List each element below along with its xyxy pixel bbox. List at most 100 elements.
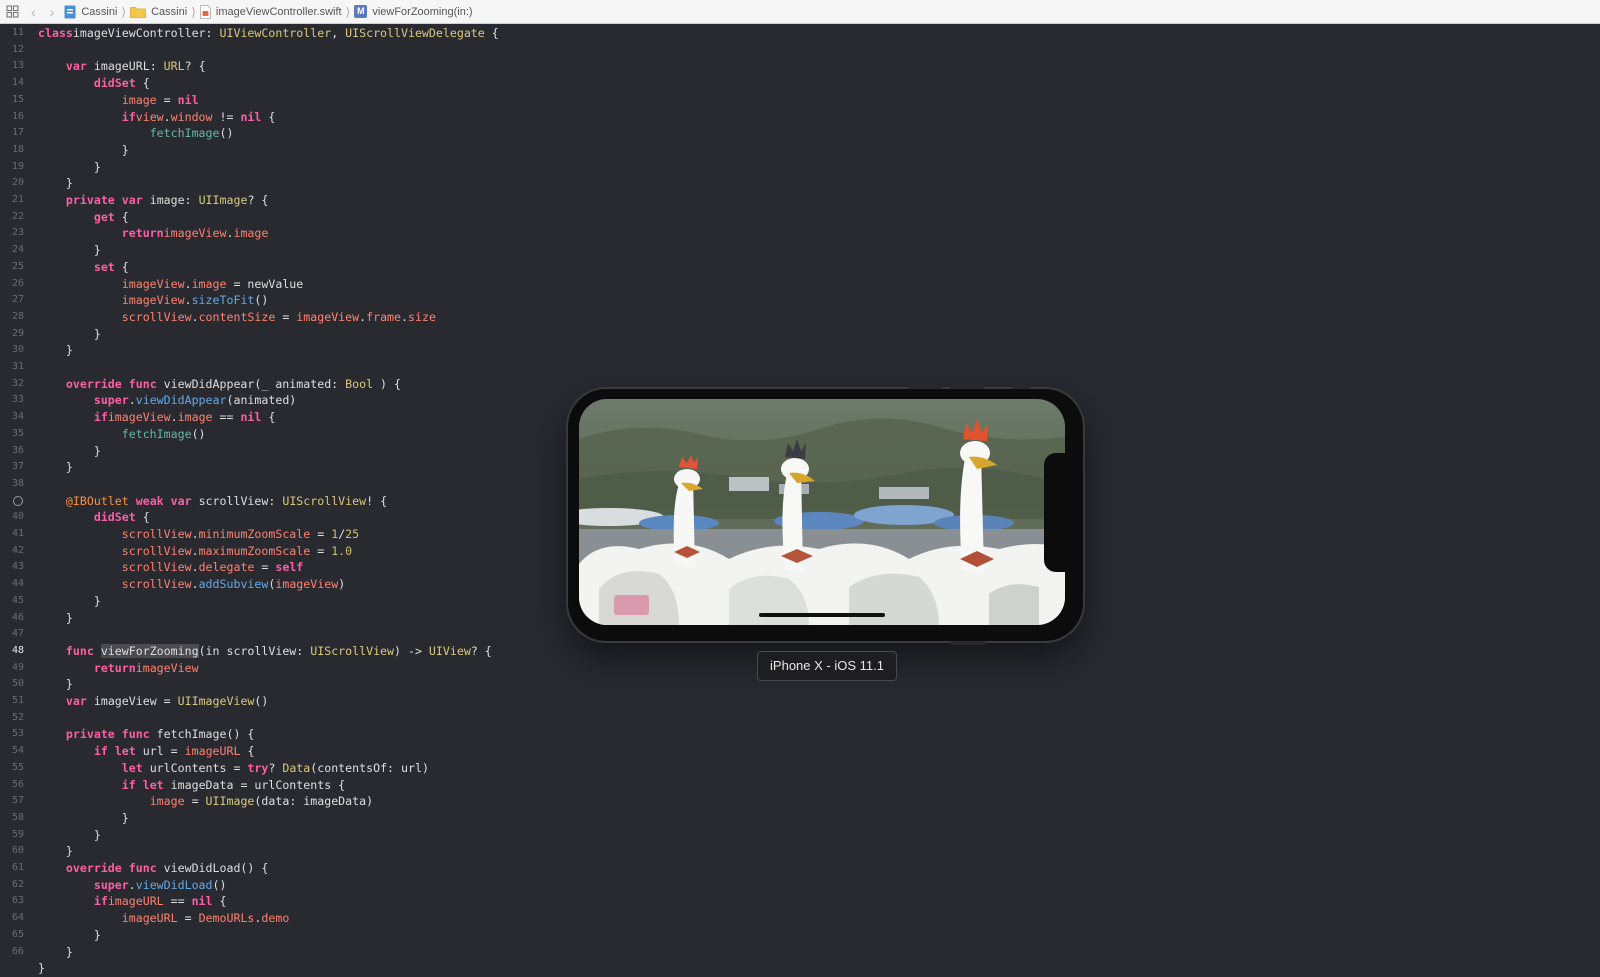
side-button[interactable] (950, 641, 986, 645)
line-number: 60 (11, 845, 24, 857)
line-number: 24 (11, 244, 24, 256)
line-number: 44 (11, 578, 24, 590)
code-token: { (484, 26, 499, 40)
silent-switch[interactable] (1012, 385, 1030, 389)
line-number: 23 (11, 227, 24, 239)
code-text: func viewForZooming(in scrollView: UIScr… (38, 643, 492, 660)
code-token: 1.0 (331, 543, 353, 558)
code-token: { (261, 109, 276, 124)
code-token: . (163, 109, 171, 124)
code-token: imageView (163, 226, 227, 241)
code-text: fetchImage() (38, 125, 234, 142)
home-indicator[interactable] (759, 613, 885, 617)
code-token: ) (338, 577, 346, 592)
line-number: 54 (11, 745, 24, 757)
code-token: . (191, 527, 199, 541)
method-icon: M (354, 5, 368, 18)
code-text: } (38, 960, 45, 977)
code-token: URL (163, 59, 185, 74)
code-token: func (128, 376, 157, 391)
line-number: 31 (11, 361, 24, 372)
back-arrow-icon[interactable]: ‹ (31, 4, 36, 20)
code-token: = (254, 560, 276, 575)
code-token: ? { (247, 193, 269, 207)
line-number: 13 (11, 60, 24, 72)
code-token: image (177, 410, 213, 425)
code-token: scrollView (121, 543, 192, 558)
code-token: if (121, 109, 136, 124)
forward-arrow-icon[interactable]: › (50, 4, 55, 20)
code-token: return (93, 660, 136, 675)
code-token: if (93, 744, 108, 759)
code-token: = (310, 543, 332, 558)
simulator-screen[interactable] (579, 399, 1065, 625)
code-token: (data: imageData) (254, 794, 374, 809)
grid-icon[interactable] (6, 5, 19, 18)
line-number: 22 (11, 210, 24, 222)
breadcrumb-file-label: imageViewController.swift (215, 5, 342, 18)
code-token: fetchImage (121, 426, 192, 441)
code-token: var (65, 694, 87, 708)
line-number: 11 (11, 27, 24, 38)
breadcrumb-project[interactable]: Cassini (64, 5, 117, 19)
code-token: { (261, 410, 276, 425)
code-text: image = nil (38, 92, 199, 109)
code-token: { (212, 894, 227, 909)
code-token: (contentsOf: url) (310, 760, 429, 775)
line-number: 30 (11, 344, 24, 356)
code-token: minimumZoomScale (198, 527, 311, 541)
code-text: } (38, 242, 101, 259)
code-text: ifview.window != nil { (38, 109, 276, 126)
line-number: 42 (11, 544, 24, 556)
code-token: UIScrollView (310, 643, 395, 658)
folder-icon (130, 6, 147, 18)
code-token: () (254, 293, 269, 308)
code-token: set (93, 259, 115, 274)
code-text: image = UIImage(data: imageData) (38, 793, 373, 810)
code-text: private func fetchImage() { (38, 726, 254, 743)
breadcrumb-project-label: Cassini (81, 5, 118, 18)
code-token: try (247, 760, 269, 775)
volume-up-button[interactable] (908, 385, 942, 389)
code-token: . (184, 276, 192, 291)
volume-down-button[interactable] (950, 385, 984, 389)
code-token: 25 (345, 527, 360, 541)
code-text: scrollView.delegate = self (38, 559, 304, 576)
outlet-connection-icon[interactable] (13, 495, 23, 506)
code-token: ! { (366, 493, 388, 508)
code-token: = newValue (226, 276, 304, 291)
code-text: get { (38, 209, 129, 226)
breadcrumb-folder[interactable]: Cassini (130, 6, 187, 18)
breadcrumb-method[interactable]: M viewForZooming(in:) (354, 5, 473, 18)
code-text: scrollView.contentSize = imageView.frame… (38, 309, 436, 326)
code-text: fetchImage() (38, 426, 206, 443)
code-token: imageView = (86, 694, 178, 708)
line-number: 15 (11, 93, 24, 105)
code-token: == (212, 410, 241, 425)
code-token: nil (177, 92, 199, 107)
code-token: if (93, 410, 108, 425)
code-token: { (240, 744, 255, 759)
code-token: var (170, 493, 192, 508)
code-token: let (142, 777, 164, 792)
simulator-device (568, 385, 1083, 645)
code-token: override (65, 376, 122, 391)
code-text: classimageViewController: UIViewControll… (38, 25, 499, 42)
code-token: Bool (345, 376, 374, 391)
breadcrumb-file[interactable]: imageViewController.swift (199, 4, 342, 19)
code-token: nil (240, 410, 262, 425)
code-token: } (38, 593, 101, 608)
simulator-device-label: iPhone X - iOS 11.1 (757, 651, 897, 681)
line-number: 47 (11, 628, 24, 640)
